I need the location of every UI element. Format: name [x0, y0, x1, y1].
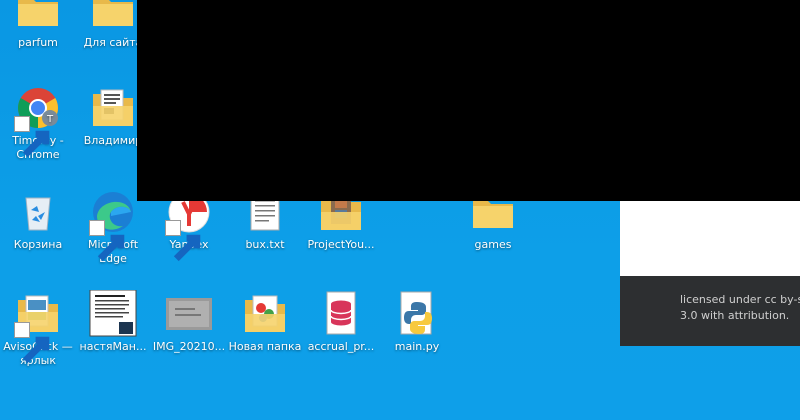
database-file-icon	[317, 290, 365, 338]
license-text: licensed under cc by-s 3.0 with attribut…	[680, 292, 800, 324]
shortcut-arrow-icon	[14, 116, 50, 158]
image-thumbnail-icon	[165, 290, 213, 338]
desktop-icon-label: accrual_pr...	[307, 340, 375, 353]
dialog-footer: licensed under cc by-s 3.0 with attribut…	[620, 276, 800, 346]
shortcut-arrow-icon	[14, 322, 50, 364]
desktop-icon-timofey-chrome[interactable]: T Timofey - Chrome	[1, 84, 75, 162]
document-thumbnail-icon	[89, 290, 137, 338]
desktop-icon-label: main.py	[394, 340, 440, 353]
python-file-icon	[393, 290, 441, 338]
folder-icon	[89, 0, 137, 34]
desktop-icon-avisoclick[interactable]: AvisoClick — ярлык	[1, 290, 75, 368]
desktop-icon-label: IMG_20210...	[152, 340, 226, 353]
desktop-icon-label: parfum	[18, 36, 58, 49]
desktop-icon-label: bux.txt	[245, 238, 285, 251]
desktop-icon-nastyaman[interactable]: настяМан...	[76, 290, 150, 354]
shortcut-arrow-icon	[89, 220, 125, 262]
folder-shortcut-icon	[14, 290, 62, 364]
desktop-icon-label: Новая папка	[228, 340, 302, 353]
desktop-icon-label: Корзина	[13, 238, 63, 251]
desktop-icon-parfum[interactable]: parfum	[1, 0, 75, 50]
edge-icon	[89, 188, 137, 262]
folder-photos-icon	[241, 290, 289, 338]
folder-icon	[14, 0, 62, 34]
desktop-icon-accrual[interactable]: accrual_pr...	[304, 290, 378, 354]
folder-documents-icon	[89, 84, 137, 132]
recycle-bin-icon	[14, 188, 62, 236]
desktop-icon-label: настяМан...	[79, 340, 147, 353]
shortcut-arrow-icon	[165, 220, 201, 262]
dialog-white-area	[620, 201, 800, 276]
desktop-icon-recycle-bin[interactable]: Корзина	[1, 188, 75, 252]
desktop-icon-novaya-papka[interactable]: Новая папка	[228, 290, 302, 354]
desktop-icon-img-2021[interactable]: IMG_20210...	[152, 290, 226, 354]
chrome-icon: T	[14, 84, 62, 158]
license-text-line2: 3.0 with attribution.	[680, 309, 790, 322]
occluding-window[interactable]	[137, 0, 800, 201]
desktop-icon-main-py[interactable]: main.py	[380, 290, 454, 354]
desktop-icon-label: ProjectYou...	[307, 238, 375, 251]
desktop-icon-label: games	[474, 238, 512, 251]
license-text-line1: licensed under cc by-s	[680, 293, 800, 306]
